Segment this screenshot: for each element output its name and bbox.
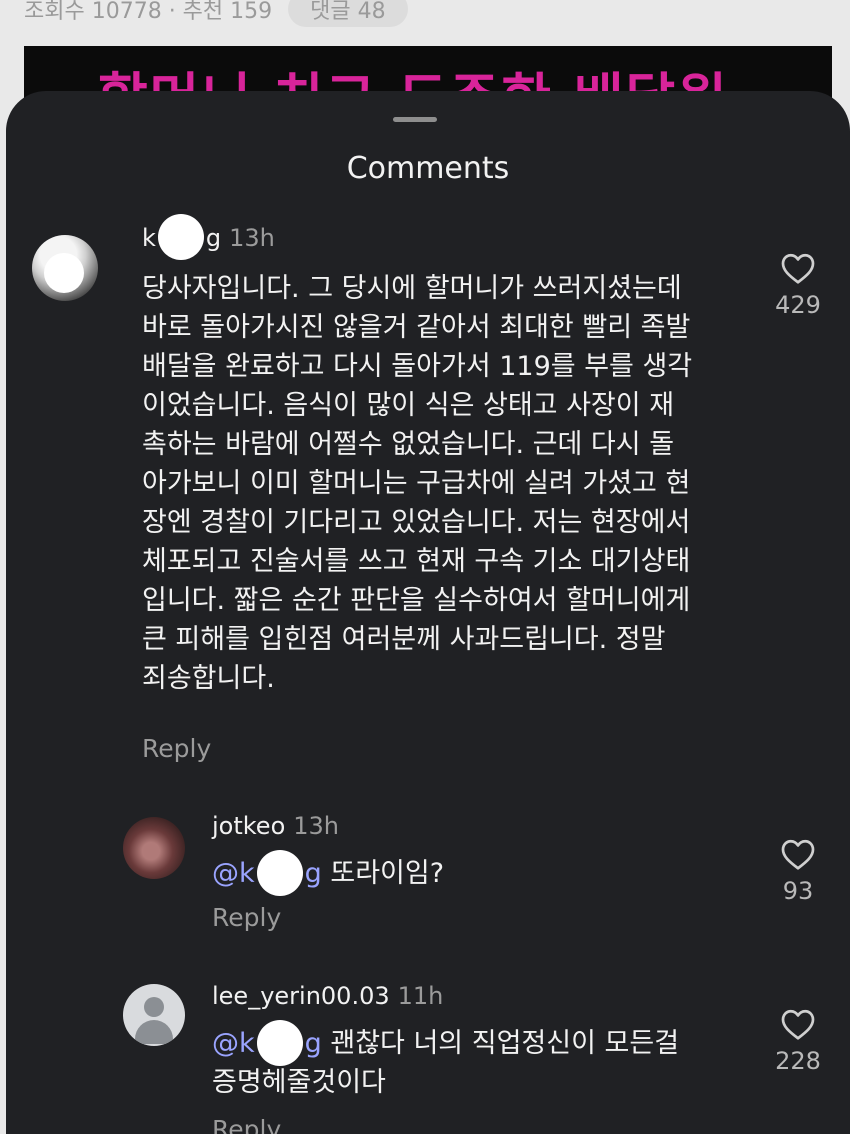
avatar-shoulders [135, 1020, 173, 1044]
comment-body: @k g 괜찮다 너의 직업정신이 모든걸 증명헤줄것이다 [212, 1019, 772, 1102]
avatar-redaction [44, 253, 84, 293]
mention-link[interactable]: @k g [212, 1019, 322, 1066]
avatar[interactable] [123, 817, 185, 879]
avatar-head [144, 997, 164, 1017]
reply-button[interactable]: Reply [212, 1115, 281, 1134]
timestamp: 11h [397, 982, 444, 1010]
reply-button[interactable]: Reply [212, 903, 281, 932]
default-avatar-icon[interactable] [123, 984, 185, 1046]
heart-outline-icon [781, 253, 815, 284]
comment-body: 당사자입니다. 그 당시에 할머니가 쓰러지셨는데 바로 돌아가시진 않을거 같… [142, 273, 693, 694]
comments-sheet: Comments k g 13h 당사자입니다. 그 당시에 할머니가 쓰러지셨는데… [6, 91, 850, 1134]
heart-outline-icon [781, 839, 815, 870]
username[interactable]: kg [142, 214, 221, 260]
like-count: 228 [775, 1047, 821, 1075]
like-count: 429 [775, 291, 821, 319]
like-count: 93 [782, 877, 814, 905]
mention-link[interactable]: @k g [212, 849, 322, 896]
username-redaction [157, 214, 204, 260]
sheet-drag-handle[interactable] [393, 117, 437, 122]
comment-header: lee_yerin00.03 11h [212, 982, 443, 1010]
heart-outline-icon [781, 1009, 815, 1040]
like-button[interactable]: 429 [768, 251, 828, 319]
username[interactable]: lee_yerin00.03 [212, 982, 390, 1010]
comment-body: @k g 또라이임? [212, 849, 772, 896]
username-redaction [256, 849, 303, 896]
background-stats-text: 조회수 10778 · 추천 159 [24, 0, 273, 24]
username[interactable]: jotkeo [212, 812, 285, 840]
comment-header: jotkeo 13h [212, 812, 339, 840]
comment-header: k g 13h [142, 214, 275, 260]
sheet-title: Comments [346, 151, 510, 186]
reply-button[interactable]: Reply [142, 734, 211, 763]
avatar[interactable] [32, 235, 98, 301]
username-redaction [256, 1019, 303, 1066]
like-button[interactable]: 93 [768, 837, 828, 905]
background-post-stats: 조회수 10778 · 추천 159 댓글 48 [24, 0, 408, 27]
like-button[interactable]: 228 [768, 1007, 828, 1075]
timestamp: 13h [229, 224, 275, 252]
timestamp: 13h [293, 812, 340, 840]
background-comment-pill: 댓글 48 [288, 0, 408, 27]
